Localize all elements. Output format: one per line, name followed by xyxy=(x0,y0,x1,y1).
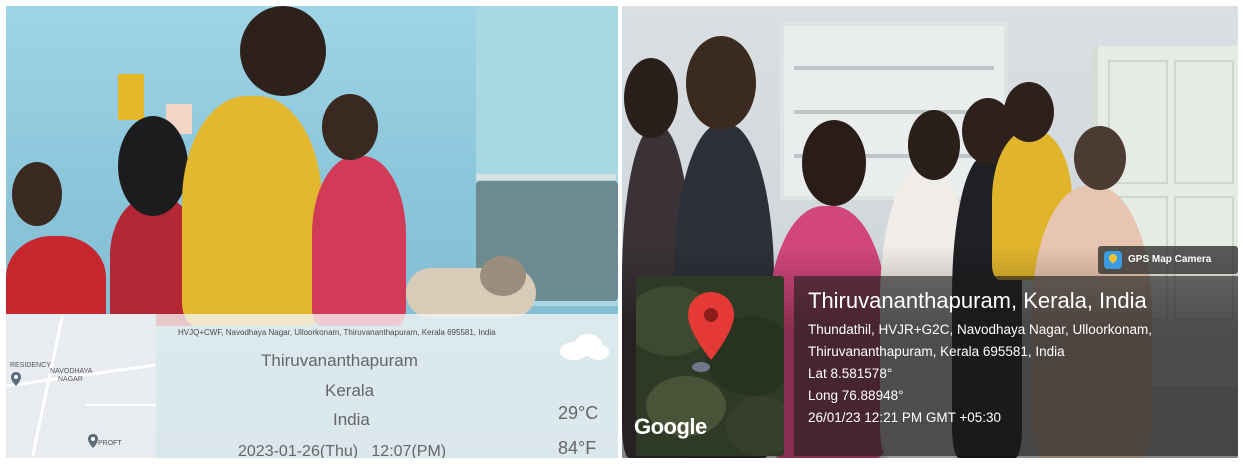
google-logo: Google xyxy=(634,414,707,439)
address-line-2: Thiruvananthapuram, Kerala 695581, India xyxy=(808,344,1065,359)
address-line: HVJQ+CWF, Navodhaya Nagar, Ulloorkonam, … xyxy=(178,328,496,337)
country-label: India xyxy=(333,410,370,429)
person-yellow-shirt xyxy=(182,96,322,326)
wall-poster xyxy=(118,74,144,120)
app-badge: GPS Map Camera xyxy=(1098,246,1238,274)
bed-rail xyxy=(476,174,616,180)
person-head xyxy=(624,58,678,138)
right-photo: Google GPS Map Camera Thiruvananthapuram… xyxy=(622,6,1238,458)
person-head xyxy=(802,120,866,206)
longitude-label: Long 76.88948° xyxy=(808,388,904,403)
temperature-celsius: 29°C xyxy=(558,403,599,423)
gps-map-camera-icon xyxy=(1104,251,1122,269)
person-head-yellow xyxy=(240,6,326,96)
person-head xyxy=(686,36,756,130)
map-label: NAGAR xyxy=(58,376,83,383)
cloud-icon xyxy=(560,334,609,360)
left-photo: RESIDENCY NAVODHAYA NAGAR PROFT HVJQ+CWF… xyxy=(6,6,618,458)
state-label: Kerala xyxy=(325,381,375,400)
person-head-hijab xyxy=(118,116,188,216)
person-head xyxy=(1074,126,1126,190)
person-left-red xyxy=(6,236,106,326)
person-head xyxy=(12,162,62,226)
map-pin-icon xyxy=(11,372,21,386)
app-badge-label: GPS Map Camera xyxy=(1128,254,1212,265)
location-title: Thiruvananthapuram, Kerala, India xyxy=(808,288,1147,313)
map-label: RESIDENCY xyxy=(10,362,51,369)
person-head xyxy=(1004,82,1054,142)
city-label: Thiruvananthapuram xyxy=(261,351,418,370)
latitude-label: Lat 8.581578° xyxy=(808,366,893,381)
map-pin-icon xyxy=(88,434,98,448)
map-label: PROFT xyxy=(98,440,122,447)
person-head xyxy=(908,110,960,180)
address-line-1: Thundathil, HVJR+G2C, Navodhaya Nagar, U… xyxy=(808,322,1153,337)
map-pin-icon xyxy=(688,292,734,360)
person-head-pink xyxy=(322,94,378,160)
temperature-fahrenheit: 84°F xyxy=(558,438,597,458)
person-pink-dress xyxy=(312,156,406,326)
datetime-label: 2023-01-26(Thu) 12:07(PM) xyxy=(238,443,447,458)
datetime-label: 26/01/23 12:21 PM GMT +05:30 xyxy=(808,410,1002,425)
patient-head xyxy=(480,256,526,296)
map-label: NAVODHAYA xyxy=(50,368,93,375)
mini-map: RESIDENCY NAVODHAYA NAGAR PROFT xyxy=(6,314,156,458)
